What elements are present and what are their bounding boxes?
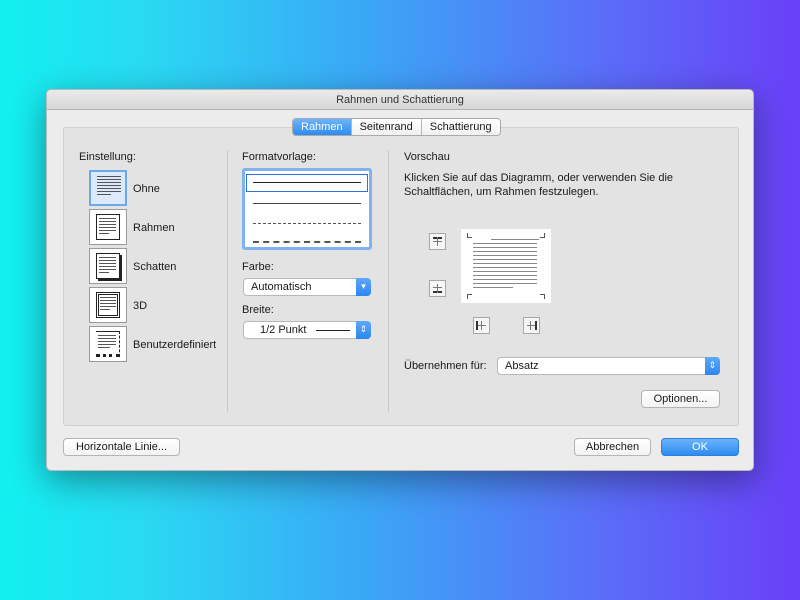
borders-shading-dialog: Rahmen und Schattierung Rahmen Seitenran… [46,89,754,471]
line-style-dotted[interactable] [253,223,361,224]
box-border-icon[interactable] [89,209,127,245]
line-style-solid[interactable] [253,182,361,183]
options-button[interactable]: Optionen... [641,390,720,408]
ok-button[interactable]: OK [661,438,739,456]
horizontal-line-button[interactable]: Horizontale Linie... [63,438,180,456]
vorschau-label: Vorschau [404,151,450,163]
border-preview[interactable] [461,229,551,303]
width-select[interactable]: 1/2 Punkt ⇕ [243,321,371,339]
setting-benutzerdefiniert-label[interactable]: Benutzerdefiniert [133,339,216,351]
chevron-down-icon: ▾ [356,278,371,296]
line-style-dashed[interactable] [253,241,361,243]
none-border-icon[interactable] [89,170,127,206]
cancel-button[interactable]: Abbrechen [574,438,651,456]
bottom-border-button[interactable] [429,280,446,297]
tab-bar: Rahmen Seitenrand Schattierung [292,118,501,136]
apply-label: Übernehmen für: [404,360,487,372]
3d-border-icon[interactable] [89,287,127,323]
apply-to-value: Absatz [505,360,539,372]
updown-arrow-icon: ⇕ [356,321,371,339]
breite-label: Breite: [242,304,274,316]
line-style-list[interactable] [242,168,372,250]
vorschau-instructions: Klicken Sie auf das Diagramm, oder verwe… [404,172,674,198]
setting-rahmen-label[interactable]: Rahmen [133,222,175,234]
updown-arrow-icon: ⇕ [705,357,720,375]
setting-ohne-label[interactable]: Ohne [133,183,160,195]
einstellung-label: Einstellung: [79,151,136,163]
color-select[interactable]: Automatisch ▾ [243,278,371,296]
width-line-sample [316,330,350,331]
farbe-label: Farbe: [242,261,274,273]
dialog-title: Rahmen und Schattierung [47,90,753,110]
left-border-button[interactable] [473,317,490,334]
line-style-selected [246,174,368,192]
formatvorlage-label: Formatvorlage: [242,151,316,163]
setting-3d-label[interactable]: 3D [133,300,147,312]
line-style-thin[interactable] [253,203,361,204]
column-divider [227,150,228,412]
tab-seitenrand[interactable]: Seitenrand [350,119,421,135]
right-border-button[interactable] [523,317,540,334]
color-select-value: Automatisch [251,281,312,293]
custom-border-icon[interactable] [89,326,127,362]
shadow-border-icon[interactable] [89,248,127,284]
tab-schattierung[interactable]: Schattierung [420,119,500,135]
top-border-button[interactable] [429,233,446,250]
width-select-value: 1/2 Punkt [260,324,307,336]
column-divider [388,150,389,412]
setting-schatten-label[interactable]: Schatten [133,261,176,273]
tab-rahmen[interactable]: Rahmen [293,119,351,135]
apply-to-select[interactable]: Absatz ⇕ [497,357,720,375]
